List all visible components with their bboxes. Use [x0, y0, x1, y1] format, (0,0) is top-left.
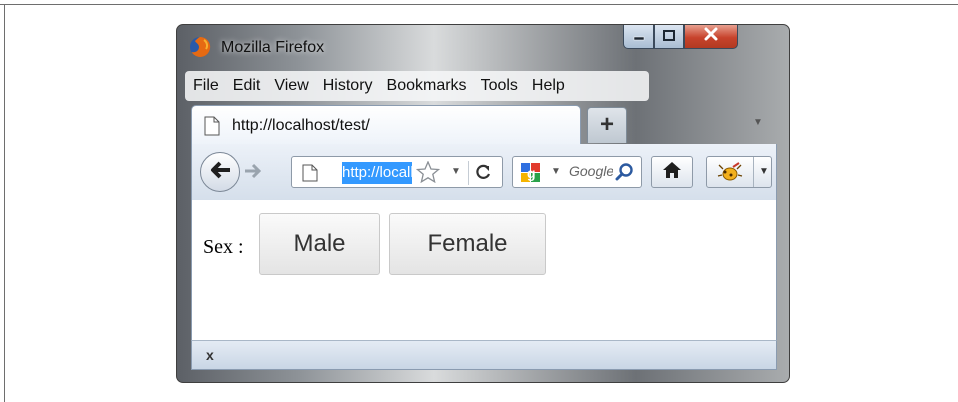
status-bar: x — [191, 340, 777, 370]
search-bar[interactable]: g ▼ Google — [512, 156, 642, 188]
maximize-button[interactable] — [654, 25, 684, 49]
engine-dropdown-icon[interactable]: ▼ — [551, 166, 561, 177]
menu-history[interactable]: History — [323, 77, 373, 95]
search-icon[interactable] — [615, 162, 635, 187]
close-icon — [703, 27, 719, 46]
url-bar[interactable]: http://localhost/test/ ▼ — [291, 156, 503, 188]
title-bar[interactable]: Mozilla Firefox — [177, 25, 789, 63]
sex-label: Sex : — [203, 236, 244, 258]
window-title: Mozilla Firefox — [221, 39, 325, 56]
menu-edit[interactable]: Edit — [233, 77, 261, 95]
home-button[interactable] — [651, 156, 693, 188]
menu-bookmarks[interactable]: Bookmarks — [387, 77, 467, 95]
navigation-toolbar: http://localhost/test/ ▼ — [191, 144, 777, 200]
site-identity-icon — [302, 164, 318, 187]
female-button[interactable]: Female — [389, 213, 546, 275]
google-engine-icon[interactable]: g — [519, 161, 547, 188]
minimize-button[interactable] — [623, 25, 654, 49]
url-input[interactable]: http://localhost/test/ — [342, 162, 412, 184]
frame-border-left — [4, 4, 5, 402]
menu-view[interactable]: View — [274, 77, 308, 95]
page-content: Sex : Male Female — [191, 200, 777, 340]
url-dropdown-icon[interactable]: ▼ — [451, 166, 461, 177]
minimize-icon — [633, 28, 645, 46]
addon-separator — [753, 157, 754, 187]
tab-list-chevron-icon[interactable]: ▼ — [753, 117, 763, 128]
firebug-icon — [717, 161, 743, 188]
tab-localhost-test[interactable]: http://localhost/test/ — [191, 105, 581, 145]
back-arrow-icon — [208, 160, 232, 185]
back-button[interactable] — [200, 152, 240, 192]
forward-arrow-icon[interactable] — [242, 161, 264, 186]
new-tab-button[interactable]: + — [587, 107, 627, 143]
status-close-icon[interactable]: x — [206, 347, 214, 363]
maximize-icon — [663, 28, 675, 46]
addon-button[interactable]: ▼ — [706, 156, 772, 188]
firefox-logo-icon — [189, 36, 211, 58]
menu-help[interactable]: Help — [532, 77, 565, 95]
menu-file[interactable]: File — [193, 77, 219, 95]
male-button[interactable]: Male — [259, 213, 380, 275]
frame-border-top — [0, 4, 958, 5]
search-input[interactable]: Google — [569, 163, 613, 179]
tab-label: http://localhost/test/ — [232, 117, 370, 134]
addon-dropdown-icon[interactable]: ▼ — [759, 166, 769, 177]
home-icon — [662, 161, 682, 184]
svg-text:g: g — [527, 165, 536, 181]
close-window-button[interactable] — [684, 25, 738, 49]
bookmark-star-icon[interactable] — [415, 160, 441, 188]
menu-bar: File Edit View History Bookmarks Tools H… — [185, 71, 649, 101]
page-icon — [204, 116, 220, 141]
menu-tools[interactable]: Tools — [481, 77, 518, 95]
url-separator — [468, 161, 469, 185]
reload-icon[interactable] — [474, 163, 492, 186]
browser-window: Mozilla Firefox File Edit View History B… — [176, 24, 790, 383]
